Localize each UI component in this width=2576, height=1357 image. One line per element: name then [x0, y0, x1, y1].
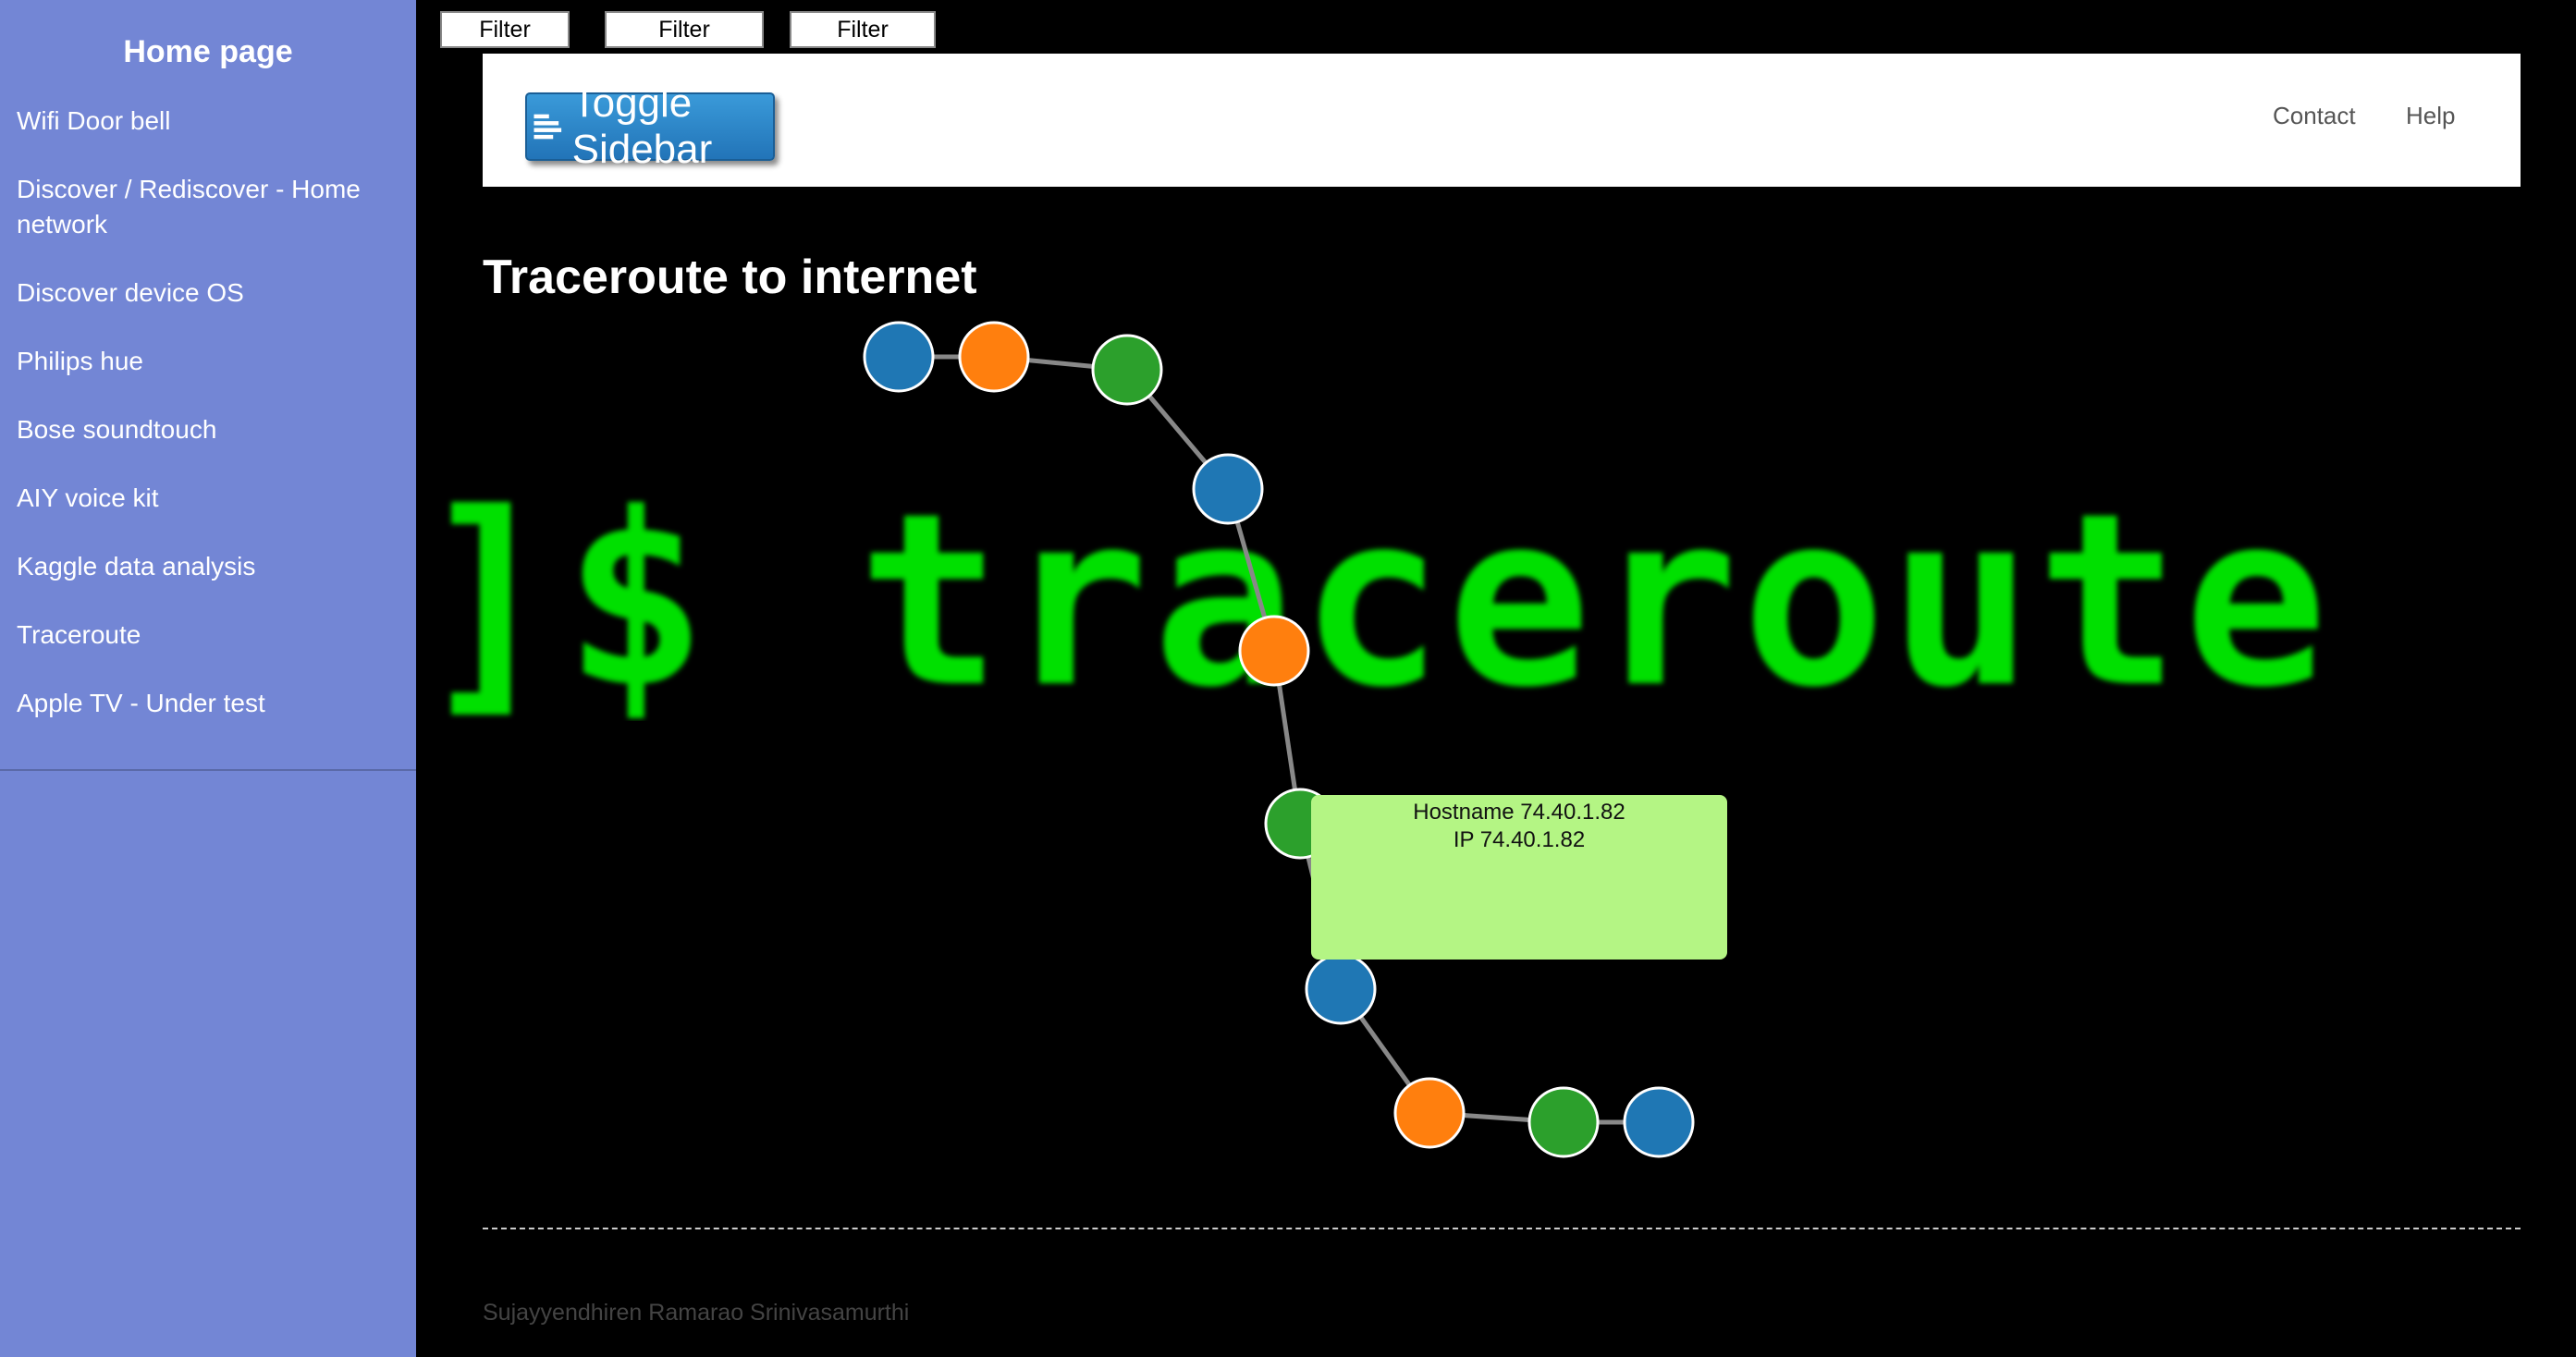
graph-node-green[interactable]: [1527, 1086, 1600, 1158]
page-root: Home page Wifi Door bell Discover / Redi…: [0, 0, 2576, 1357]
footer-author: Sujayyendhiren Ramarao Srinivasamurthi: [483, 1300, 910, 1326]
graph-node-blue[interactable]: [1623, 1086, 1695, 1158]
tooltip-ip: IP 74.40.1.82: [1453, 827, 1586, 852]
graph-node-orange[interactable]: [1238, 615, 1310, 687]
graph-node-blue[interactable]: [1192, 453, 1264, 525]
graph-links: [899, 354, 1659, 1125]
graph-node-orange[interactable]: [1393, 1077, 1466, 1149]
traceroute-graph: [863, 321, 1695, 1158]
graph-node-orange[interactable]: [958, 321, 1030, 393]
tooltip-hostname: Hostname 74.40.1.82: [1413, 800, 1625, 825]
graph-node-green[interactable]: [1091, 334, 1163, 406]
graph-node-blue[interactable]: [1305, 953, 1377, 1025]
graph-node-blue[interactable]: [863, 321, 935, 393]
graph-nodes: [863, 321, 1695, 1158]
node-tooltip: Hostname 74.40.1.82 IP 74.40.1.82: [1311, 795, 1727, 960]
footer-divider: [483, 1228, 2521, 1229]
